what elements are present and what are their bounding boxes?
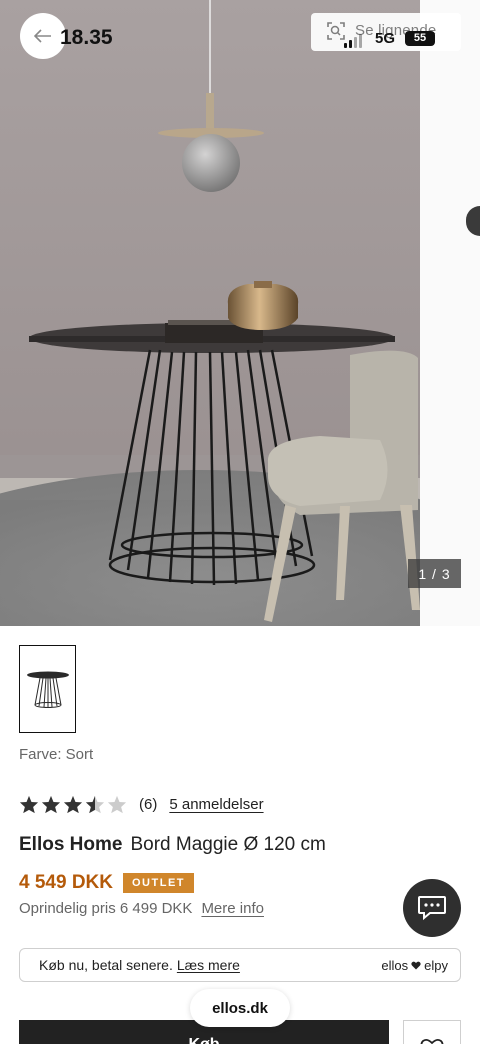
table-thumbnail-image bbox=[26, 671, 69, 708]
visual-search-icon[interactable] bbox=[326, 21, 346, 41]
color-variant-thumbnail[interactable] bbox=[19, 645, 76, 733]
image-counter: 1 / 3 bbox=[408, 559, 461, 588]
outlet-badge: OUTLET bbox=[123, 873, 194, 893]
cellular-signal-icon bbox=[344, 34, 362, 48]
product-image-gallery[interactable]: Se lignende 5G 55 18.35 1 / 3 bbox=[0, 0, 480, 626]
status-time: 18.35 bbox=[60, 26, 113, 49]
arrow-left-icon bbox=[34, 29, 51, 43]
more-info-link[interactable]: Mere info bbox=[201, 900, 264, 917]
original-price-row: Oprindelig pris 6 499 DKK Mere info bbox=[19, 900, 264, 917]
pay-later-banner: Køb nu, betal senere. Læs mere ellos elp… bbox=[19, 948, 461, 982]
color-label: Farve: Sort bbox=[19, 746, 94, 763]
next-image-handle[interactable] bbox=[466, 206, 480, 236]
product-rating[interactable]: (6) 5 anmeldelser bbox=[19, 795, 264, 814]
next-image-peek bbox=[420, 0, 480, 626]
heart-icon bbox=[420, 1038, 444, 1044]
battery-indicator: 55 bbox=[405, 31, 435, 46]
chat-bubble-icon bbox=[418, 896, 446, 921]
star-filled-icon bbox=[19, 795, 39, 814]
rating-stars bbox=[19, 795, 127, 814]
product-name: Bord Maggie Ø 120 cm bbox=[130, 834, 326, 855]
heart-icon bbox=[411, 961, 421, 969]
product-title: Ellos Home Bord Maggie Ø 120 cm bbox=[19, 834, 326, 856]
elpy-logo-text: elpy bbox=[424, 957, 448, 973]
network-type: 5G bbox=[375, 30, 396, 47]
original-price: Oprindelig pris 6 499 DKK bbox=[19, 900, 193, 917]
pay-later-read-more-link[interactable]: Læs mere bbox=[177, 957, 240, 973]
ellos-elpy-logo: ellos elpy bbox=[381, 958, 448, 973]
chat-button[interactable] bbox=[403, 879, 461, 937]
reviews-link[interactable]: 5 anmeldelser bbox=[169, 796, 263, 813]
product-photo[interactable] bbox=[0, 0, 420, 626]
star-filled-icon bbox=[63, 795, 83, 814]
rating-count: (6) bbox=[139, 796, 158, 813]
ellos-logo-text: ellos bbox=[381, 957, 409, 973]
star-half-icon bbox=[85, 795, 105, 814]
browser-url-pill[interactable]: ellos.dk bbox=[190, 989, 290, 1027]
star-filled-icon bbox=[41, 795, 61, 814]
price-row: 4 549 DKK OUTLET bbox=[19, 872, 194, 894]
pay-later-text: Køb nu, betal senere. bbox=[39, 957, 173, 973]
star-empty-icon bbox=[107, 795, 127, 814]
current-price: 4 549 DKK bbox=[19, 872, 113, 893]
product-brand[interactable]: Ellos Home bbox=[19, 834, 122, 855]
wishlist-button[interactable] bbox=[403, 1020, 461, 1044]
